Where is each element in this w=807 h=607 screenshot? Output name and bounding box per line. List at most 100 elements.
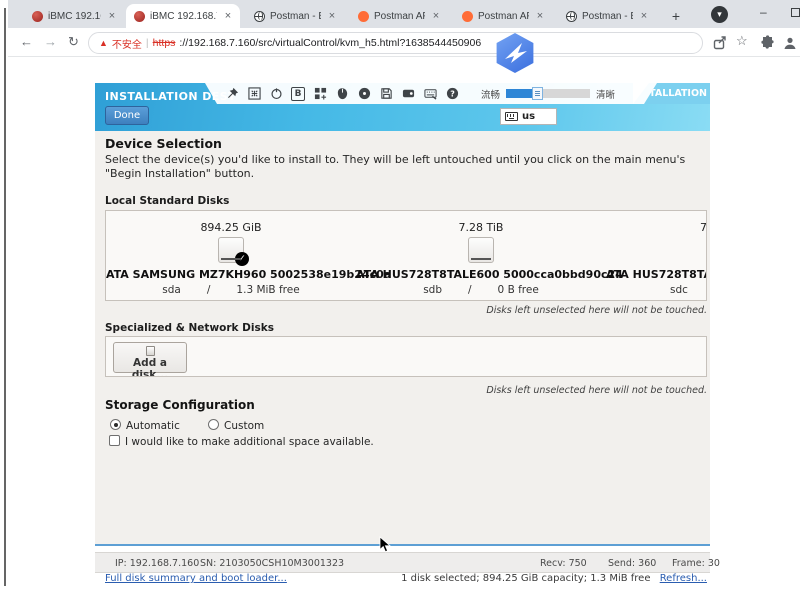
- disk-device: sda: [162, 284, 181, 296]
- send-key-b-icon[interactable]: B: [291, 87, 305, 101]
- globe-favicon: [254, 11, 265, 22]
- close-tab-icon[interactable]: ×: [326, 10, 338, 22]
- refresh-link[interactable]: Refresh...: [660, 573, 707, 584]
- disk-separator: /: [468, 284, 472, 296]
- kvm-status-bar: IP: 192.168.7.160 SN: 2103050CSH10M30013…: [95, 552, 710, 573]
- tab-title: Postman API Platfo: [374, 11, 425, 22]
- share-icon[interactable]: [712, 35, 728, 51]
- add-disk-label: Add a disk...: [132, 357, 168, 377]
- network-disks-panel: Add a disk...: [105, 336, 707, 377]
- device-selection-description: Select the device(s) you'd like to insta…: [105, 153, 705, 181]
- mouse-icon[interactable]: [335, 87, 349, 101]
- status-circle-icon[interactable]: ▾: [711, 6, 728, 23]
- new-tab-button[interactable]: +: [664, 4, 688, 28]
- bookmark-star-icon[interactable]: ☆: [736, 33, 752, 49]
- mouse-cursor: [379, 536, 392, 553]
- cd-rom-icon[interactable]: [357, 87, 371, 101]
- globe-favicon: [566, 11, 577, 22]
- reload-button[interactable]: ↻: [68, 34, 79, 50]
- svg-text:?: ?: [450, 89, 455, 98]
- minimize-button[interactable]: –: [760, 5, 767, 19]
- radio-custom-label[interactable]: Custom: [224, 420, 264, 432]
- disk-free: 1.3 MiB free: [236, 284, 299, 296]
- keyboard-icon: [505, 112, 518, 121]
- unselected-note-1: Disks left unselected here will not be t…: [486, 305, 707, 316]
- disk-name: ATA SAMSUNG MZ7KH960 5002538e19b24c0a: [106, 268, 356, 281]
- browser-toolbar: ← → ↻ ▲ 不安全 | https ://192.168.7.160/src…: [8, 28, 800, 57]
- tab-title: Postman - Browse: [582, 11, 633, 22]
- local-disks-panel: 894.25 GiB ✓ ATA SAMSUNG MZ7KH960 500253…: [105, 210, 707, 301]
- quality-slider-handle[interactable]: [532, 87, 543, 100]
- installer-content: Device Selection Select the device(s) yo…: [95, 131, 710, 546]
- disk-sda[interactable]: 894.25 GiB ✓ ATA SAMSUNG MZ7KH960 500253…: [106, 211, 356, 301]
- installer-bottom-edge: [95, 544, 710, 546]
- close-tab-icon[interactable]: ×: [106, 10, 118, 22]
- url-protocol: https: [153, 37, 176, 49]
- tab-title: Postman - Browse: [270, 11, 321, 22]
- extensions-puzzle-icon[interactable]: [760, 35, 776, 51]
- storage-config-heading: Storage Configuration: [105, 398, 255, 412]
- pin-icon[interactable]: [225, 87, 239, 101]
- tab-ibmc-2-active[interactable]: iBMC 192.168.7.16 ×: [126, 4, 240, 28]
- profile-avatar-icon[interactable]: [782, 35, 798, 51]
- radio-custom[interactable]: [208, 419, 219, 430]
- disk-device-label: sdc: [670, 284, 688, 296]
- tab-title: Postman API Platfo: [478, 11, 529, 22]
- security-warning-icon: ▲: [99, 38, 108, 48]
- keyboard-layout-value: us: [522, 111, 535, 122]
- status-ip: IP: 192.168.7.160: [115, 558, 199, 569]
- keyboard-layout-selector[interactable]: us: [500, 108, 557, 125]
- tab-title: iBMC 192.168.7.16: [150, 11, 217, 22]
- full-disk-summary-link[interactable]: Full disk summary and boot loader...: [105, 573, 287, 584]
- close-tab-icon[interactable]: ×: [534, 10, 546, 22]
- forward-button[interactable]: →: [44, 34, 57, 49]
- quality-smooth-label: 流畅: [481, 87, 500, 101]
- tab-postman-api-2[interactable]: Postman API Platfo ×: [454, 4, 552, 28]
- disk-size: 7: [700, 221, 707, 234]
- disk-name: ATA HUS728T8TAL: [606, 268, 707, 281]
- disk-device-row: sdb / 0 B free: [356, 284, 606, 296]
- maximize-button[interactable]: [791, 8, 800, 17]
- selection-summary: 1 disk selected; 894.25 GiB capacity; 1.…: [401, 573, 707, 584]
- disk-device-row: sda / 1.3 MiB free: [106, 284, 356, 296]
- disk-size: 894.25 GiB: [106, 221, 356, 234]
- disk-sdb[interactable]: 7.28 TiB ATA HUS728T8TALE600 5000cca0bbd…: [356, 211, 606, 301]
- close-tab-icon[interactable]: ×: [638, 10, 650, 22]
- postman-favicon: [358, 11, 369, 22]
- quality-slider-track[interactable]: [506, 89, 590, 98]
- unselected-note-2: Disks left unselected here will not be t…: [486, 385, 707, 396]
- keyboard-macro-icon[interactable]: [313, 87, 327, 101]
- power-icon[interactable]: [269, 87, 283, 101]
- screen-record-icon[interactable]: [401, 87, 415, 101]
- floppy-icon[interactable]: [379, 87, 393, 101]
- ibmc-favicon: [32, 11, 43, 22]
- help-icon[interactable]: ?: [445, 87, 459, 101]
- disk-sdc-clipped[interactable]: 7 ATA HUS728T8TAL sdc: [588, 211, 707, 301]
- done-button[interactable]: Done: [105, 106, 149, 125]
- radio-automatic-label[interactable]: Automatic: [126, 420, 180, 432]
- close-tab-icon[interactable]: ×: [222, 10, 234, 22]
- fullscreen-icon[interactable]: [247, 87, 261, 101]
- radio-automatic[interactable]: [110, 419, 121, 430]
- add-disk-button[interactable]: Add a disk...: [113, 342, 187, 373]
- tab-postman-browse-1[interactable]: Postman - Browse ×: [246, 4, 344, 28]
- checkbox-additional-space-label[interactable]: I would like to make additional space av…: [125, 436, 374, 448]
- security-warning-label[interactable]: 不安全: [112, 36, 142, 51]
- selection-summary-text: 1 disk selected; 894.25 GiB capacity; 1.…: [401, 573, 650, 584]
- address-bar[interactable]: ▲ 不安全 | https ://192.168.7.160/src/virtu…: [88, 32, 703, 54]
- tab-postman-api-1[interactable]: Postman API Platfo ×: [350, 4, 448, 28]
- disk-drive-icon: [468, 237, 494, 263]
- disk-size: 7.28 TiB: [356, 221, 606, 234]
- back-button[interactable]: ←: [20, 34, 33, 49]
- local-disks-heading: Local Standard Disks: [105, 195, 229, 207]
- disk-drive-icon: ✓: [218, 237, 244, 263]
- checkbox-additional-space[interactable]: [109, 435, 120, 446]
- tab-ibmc-1[interactable]: iBMC 192.168.7.16 ×: [24, 4, 124, 28]
- omnibox-separator: |: [146, 37, 149, 49]
- background-window-edge: [4, 8, 6, 586]
- tab-postman-browse-2[interactable]: Postman - Browse ×: [558, 4, 656, 28]
- virtual-keyboard-icon[interactable]: [423, 87, 437, 101]
- kvm-viewer: INSTALLATION DEST B: [95, 83, 710, 575]
- close-tab-icon[interactable]: ×: [430, 10, 442, 22]
- status-send: Send: 360: [608, 558, 656, 569]
